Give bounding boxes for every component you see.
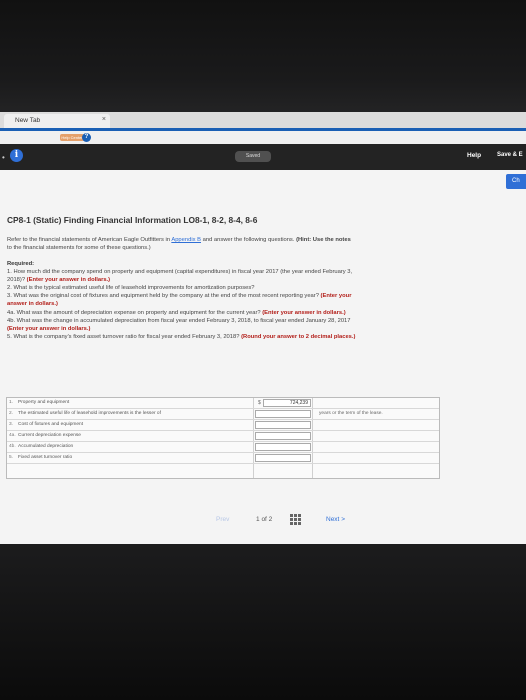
row-unit-label: years or the term of the lease. — [319, 411, 383, 416]
table-row: 4a. Current depreciation expense — [7, 431, 439, 442]
row-label: Accumulated depreciation — [18, 444, 74, 449]
question-3: 3. What was the original cost of fixture… — [7, 293, 321, 300]
answer-input-2[interactable] — [255, 410, 311, 418]
save-exit-button[interactable]: Save & E — [497, 152, 523, 158]
question-5: 5. What is the company's fixed asset tur… — [7, 333, 242, 340]
grid-view-icon[interactable] — [290, 514, 301, 525]
tab-title: New Tab — [15, 117, 41, 124]
browser-screen: New Tab × Help Center ? • i Saved Help S… — [0, 112, 526, 544]
browser-tab-bar: New Tab × — [0, 112, 526, 128]
intro-line-2: to the financial statements for some of … — [7, 244, 151, 251]
table-row: 2. The estimated useful life of leasehol… — [7, 409, 439, 420]
table-row: 3. Cost of fixtures and equipment — [7, 420, 439, 431]
row-label: Fixed asset turnover ratio — [18, 455, 73, 460]
required-heading: Required: — [7, 261, 35, 267]
saved-status-badge: Saved — [235, 151, 271, 162]
problem-intro: Refer to the financial statements of Ame… — [7, 237, 513, 253]
monitor-bezel-bottom — [0, 544, 526, 700]
help-question-icon[interactable]: ? — [82, 133, 91, 142]
row-label: The estimated useful life of leasehold i… — [18, 411, 161, 416]
row-number: 4a. — [9, 433, 16, 438]
help-center-bar: Help Center ? — [0, 131, 526, 144]
page-of: of — [261, 516, 267, 523]
monitor-bezel-top — [0, 0, 526, 112]
intro-text-post: and answer the following questions. — [200, 237, 297, 243]
answer-input-4a[interactable] — [255, 432, 311, 440]
tab-close-icon[interactable]: × — [102, 116, 106, 123]
question-1a: 1. How much did the company spend on pro… — [7, 269, 353, 276]
intro-text: Refer to the financial statements of Ame… — [7, 237, 172, 243]
appendix-link[interactable]: Appendix B — [171, 237, 201, 243]
next-label: Next — [326, 516, 340, 523]
hint-label: (Hint: Use the notes — [296, 237, 351, 243]
row-label: Property and equipment — [18, 400, 70, 405]
question-5-instruction: (Round your answer to 2 decimal places.) — [241, 333, 356, 340]
browser-tab[interactable]: New Tab × — [4, 114, 110, 128]
row-number: 1. — [9, 400, 14, 405]
pagination: Prev 1 of 2 Next > — [216, 513, 366, 527]
info-icon[interactable]: i — [10, 149, 23, 162]
currency-symbol: $ — [258, 400, 261, 406]
prev-button[interactable]: Prev — [216, 516, 229, 523]
question-1-instruction: (Enter your answer in dollars.) — [26, 277, 111, 284]
chevron-right-icon: > — [341, 516, 345, 523]
assignment-toolbar: • i Saved Help Save & E — [0, 144, 526, 170]
question-3-instruction-a: (Enter your — [320, 293, 352, 300]
page-indicator: 1 of 2 — [256, 516, 272, 523]
answer-input-5[interactable] — [255, 454, 311, 462]
question-4a-line: 4a. What was the amount of depreciation … — [7, 309, 517, 317]
question-3-instruction-b: answer in dollars.) — [7, 301, 58, 308]
question-3-line: 3. What was the original cost of fixture… — [7, 292, 517, 300]
check-my-work-button[interactable]: Ch — [506, 174, 526, 189]
nav-dot: • — [2, 153, 5, 162]
row-number: 5. — [9, 455, 14, 460]
question-1b: 2018)? — [7, 277, 27, 284]
answer-input-4b[interactable] — [255, 443, 311, 451]
question-4b-instruction: (Enter your answer in dollars.) — [7, 325, 91, 332]
required-questions: Required: 1. How much did the company sp… — [7, 260, 517, 341]
problem-title: CP8-1 (Static) Finding Financial Informa… — [7, 215, 258, 225]
question-1b-line: 2018)? (Enter your answer in dollars.) — [7, 276, 517, 284]
page-current: 1 — [256, 516, 260, 523]
question-2: 2. What is the typical estimated useful … — [7, 285, 255, 292]
row-number: 3. — [9, 422, 14, 427]
help-button[interactable]: Help — [467, 152, 481, 159]
table-row: 1. Property and equipment $ 724,239 — [7, 398, 439, 409]
question-5-line: 5. What is the company's fixed asset tur… — [7, 333, 517, 341]
answer-input-3[interactable] — [255, 421, 311, 429]
row-number: 4b. — [9, 444, 16, 449]
question-4b: 4b. What was the change in accumulated d… — [7, 317, 351, 324]
answer-input-1[interactable]: 724,239 — [263, 399, 311, 407]
help-center-button[interactable]: Help Center — [60, 134, 84, 141]
next-button[interactable]: Next > — [326, 516, 345, 523]
page-total: 2 — [268, 516, 273, 523]
question-4a-instruction: (Enter your answer in dollars.) — [262, 309, 346, 316]
table-row: 5. Fixed asset turnover ratio — [7, 453, 439, 464]
row-number: 2. — [9, 411, 14, 416]
answer-table: 1. Property and equipment $ 724,239 2. T… — [6, 397, 440, 479]
question-4a: 4a. What was the amount of depreciation … — [7, 309, 263, 316]
table-row: 4b. Accumulated depreciation — [7, 442, 439, 453]
row-label: Cost of fixtures and equipment — [18, 422, 84, 427]
row-label: Current depreciation expense — [18, 433, 81, 438]
